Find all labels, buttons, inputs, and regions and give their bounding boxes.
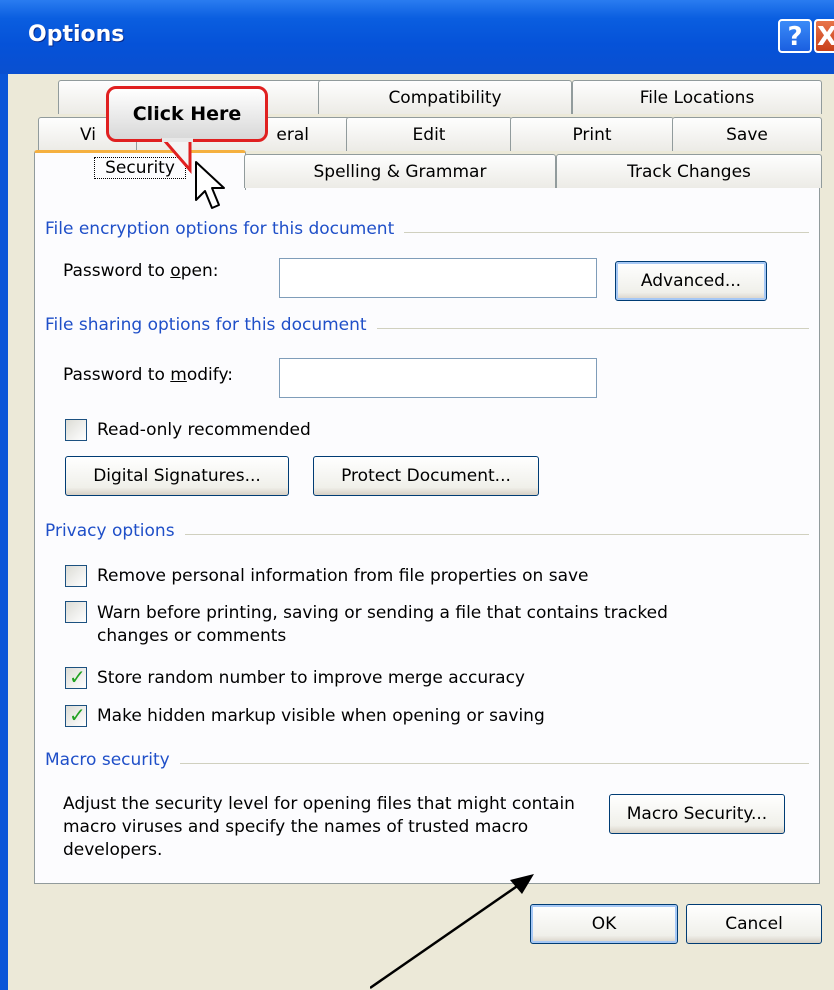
security-tab-panel: File encryption options for this documen… bbox=[34, 187, 820, 884]
password-to-modify-label: Password to modify: bbox=[63, 365, 233, 385]
close-button[interactable]: X bbox=[814, 19, 834, 53]
tab-label: Spelling & Grammar bbox=[313, 162, 487, 182]
macro-security-button[interactable]: Macro Security... bbox=[609, 794, 785, 834]
button-label: Cancel bbox=[725, 914, 783, 934]
tab-label: Save bbox=[726, 125, 768, 145]
group-title-macro-security: Macro security bbox=[45, 750, 180, 770]
button-label: OK bbox=[591, 914, 617, 934]
tab-label: Edit bbox=[412, 125, 446, 145]
button-label: Protect Document... bbox=[341, 466, 511, 486]
digital-signatures-button[interactable]: Digital Signatures... bbox=[65, 456, 289, 496]
protect-document-button[interactable]: Protect Document... bbox=[313, 456, 539, 496]
advanced-button[interactable]: Advanced... bbox=[615, 261, 767, 301]
options-dialog: Options ? X U Compatibility File Locatio… bbox=[0, 0, 834, 990]
tab-print[interactable]: Print bbox=[510, 117, 674, 151]
tab-label: Compatibility bbox=[388, 88, 502, 108]
password-to-modify-input[interactable] bbox=[279, 358, 597, 398]
password-to-open-input[interactable] bbox=[279, 258, 597, 298]
store-random-number-label: Store random number to improve merge acc… bbox=[97, 668, 525, 688]
button-label: Advanced... bbox=[640, 271, 742, 291]
help-button[interactable]: ? bbox=[778, 19, 812, 53]
tab-edit[interactable]: Edit bbox=[346, 117, 512, 151]
read-only-label: Read-only recommended bbox=[97, 420, 311, 440]
tab-label: eral bbox=[276, 125, 309, 145]
read-only-checkbox[interactable] bbox=[65, 419, 87, 441]
tab-label: Print bbox=[572, 125, 612, 145]
title-bar[interactable]: Options ? X bbox=[0, 0, 834, 74]
group-title-file-encryption: File encryption options for this documen… bbox=[45, 219, 405, 239]
click-here-callout: Click Here bbox=[106, 86, 268, 142]
window-border bbox=[0, 74, 8, 990]
group-title-privacy: Privacy options bbox=[45, 521, 185, 541]
make-hidden-markup-visible-label: Make hidden markup visible when opening … bbox=[97, 706, 545, 726]
tab-compatibility[interactable]: Compatibility bbox=[318, 80, 572, 114]
mouse-cursor-icon bbox=[195, 161, 225, 209]
store-random-number-checkbox[interactable]: ✓ bbox=[65, 665, 87, 689]
tab-label: File Locations bbox=[639, 88, 755, 108]
make-hidden-markup-visible-checkbox[interactable]: ✓ bbox=[65, 703, 87, 727]
checkmark-icon: ✓ bbox=[69, 665, 86, 689]
tab-spelling-grammar[interactable]: Spelling & Grammar bbox=[244, 154, 556, 188]
tab-label: Vi bbox=[80, 125, 96, 145]
cancel-button[interactable]: Cancel bbox=[686, 904, 822, 944]
arrow-annotation-icon bbox=[370, 874, 534, 990]
tab-file-locations[interactable]: File Locations bbox=[572, 80, 822, 114]
remove-personal-info-checkbox[interactable] bbox=[65, 565, 87, 587]
checkmark-icon: ✓ bbox=[69, 703, 86, 727]
ok-button[interactable]: OK bbox=[530, 904, 678, 944]
tab-label: Track Changes bbox=[627, 162, 751, 182]
tab-track-changes[interactable]: Track Changes bbox=[556, 154, 822, 188]
button-label: Digital Signatures... bbox=[93, 466, 261, 486]
callout-text: Click Here bbox=[132, 103, 242, 125]
window-title: Options bbox=[28, 22, 125, 47]
macro-description: Adjust the security level for opening fi… bbox=[63, 794, 575, 860]
password-to-open-label: Password to open: bbox=[63, 261, 219, 281]
warn-before-printing-checkbox[interactable] bbox=[65, 601, 87, 623]
button-label: Macro Security... bbox=[626, 804, 768, 824]
group-title-file-sharing: File sharing options for this document bbox=[45, 315, 377, 335]
warn-before-printing-label: Warn before printing, saving or sending … bbox=[97, 603, 668, 646]
remove-personal-info-label: Remove personal information from file pr… bbox=[97, 566, 589, 586]
tab-save[interactable]: Save bbox=[672, 117, 822, 151]
